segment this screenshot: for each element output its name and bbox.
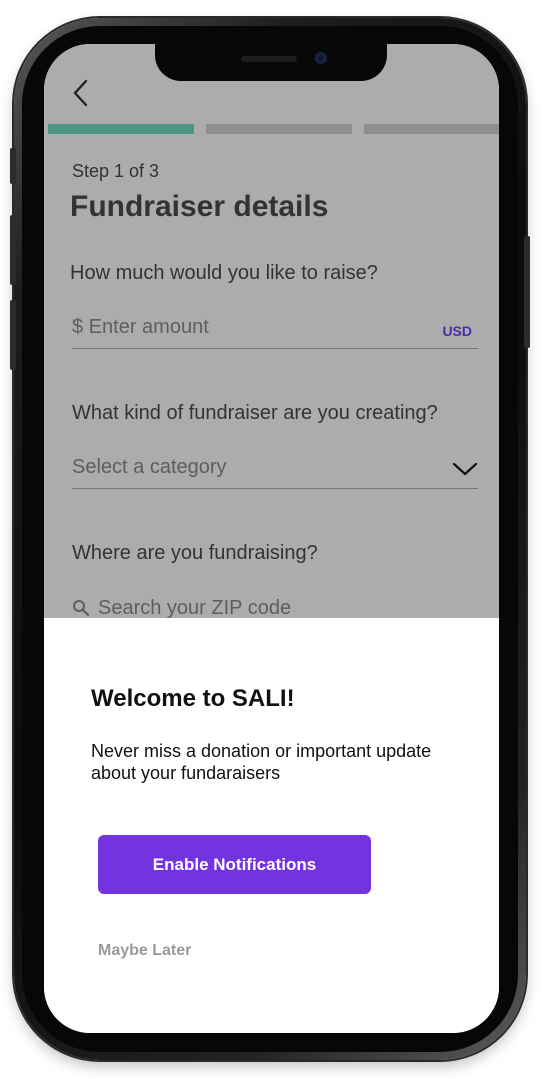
- volume-up-button: [10, 215, 16, 285]
- power-button: [524, 236, 530, 348]
- maybe-later-link[interactable]: Maybe Later: [98, 942, 191, 960]
- speaker-grille: [241, 56, 297, 62]
- amount-input[interactable]: $ Enter amount USD: [72, 314, 478, 349]
- currency-label[interactable]: USD: [442, 323, 472, 339]
- amount-question: How much would you like to raise?: [70, 262, 378, 284]
- category-placeholder: Select a category: [72, 456, 227, 478]
- volume-down-button: [10, 300, 16, 370]
- sheet-description: Never miss a donation or important updat…: [91, 741, 432, 783]
- chevron-left-icon: [73, 79, 88, 107]
- search-icon: [73, 600, 90, 617]
- progress-step-3: [364, 124, 499, 134]
- page-title: Fundraiser details: [70, 190, 329, 223]
- category-question: What kind of fundraiser are you creating…: [72, 402, 438, 424]
- phone-screen: Step 1 of 3 Fundraiser details How much …: [44, 44, 499, 1033]
- notification-bottom-sheet: Welcome to SALI! Never miss a donation o…: [44, 618, 499, 1033]
- progress-step-1: [48, 124, 194, 134]
- category-select[interactable]: Select a category: [72, 454, 478, 489]
- phone-notch: [155, 44, 387, 81]
- step-indicator: Step 1 of 3: [72, 161, 160, 181]
- zip-search-input[interactable]: Search your ZIP code: [72, 596, 291, 620]
- front-camera: [315, 52, 327, 64]
- sheet-title: Welcome to SALI!: [91, 685, 295, 712]
- mute-switch: [10, 148, 16, 184]
- enable-notifications-button[interactable]: Enable Notifications: [98, 835, 371, 894]
- back-button[interactable]: [66, 78, 94, 108]
- zip-search-placeholder: Search your ZIP code: [98, 596, 292, 619]
- progress-step-2: [206, 124, 352, 134]
- location-question: Where are you fundraising?: [72, 542, 318, 564]
- chevron-down-icon: [452, 462, 478, 476]
- amount-placeholder: $ Enter amount: [72, 316, 209, 338]
- fundraiser-form-overlay: Step 1 of 3 Fundraiser details How much …: [44, 44, 499, 620]
